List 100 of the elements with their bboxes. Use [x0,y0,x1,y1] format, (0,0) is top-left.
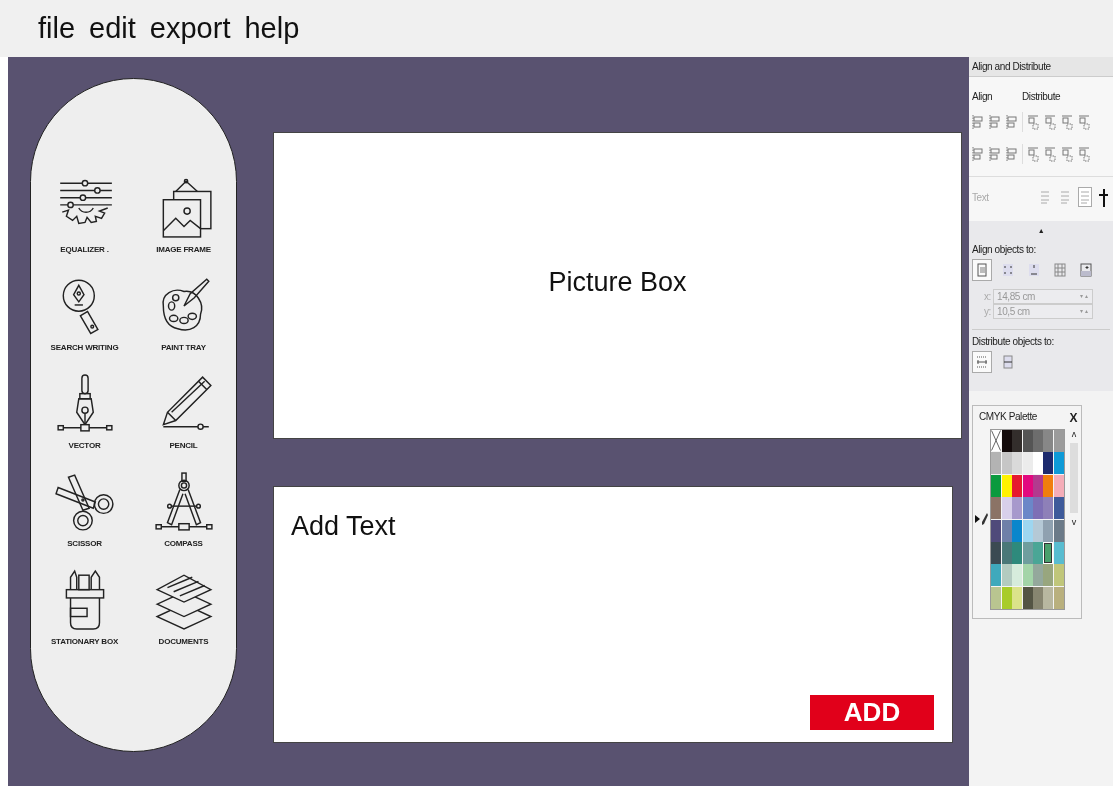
color-swatch[interactable] [1012,474,1023,497]
tool-label: COMPASS [164,539,203,548]
distribute-icon[interactable] [1061,114,1074,130]
section-label: Distribute [1022,91,1061,102]
menu-item[interactable]: edit [89,12,136,45]
color-swatch[interactable] [1053,586,1064,609]
color-swatch[interactable] [1053,564,1064,587]
color-swatch[interactable] [1001,430,1012,452]
color-swatch[interactable] [1032,497,1043,520]
color-swatch[interactable] [1022,430,1033,452]
field-label: y: [984,306,991,317]
color-swatch[interactable] [1053,519,1064,542]
distribute-icon[interactable] [1061,146,1074,162]
color-swatch[interactable] [1053,541,1064,564]
color-swatch[interactable] [1022,541,1033,564]
color-swatch[interactable] [1022,586,1033,609]
color-swatch[interactable] [991,586,1002,609]
tool-label: PENCIL [169,441,198,450]
color-swatch[interactable] [1001,497,1012,520]
pointer-icon[interactable] [975,515,980,524]
color-swatch[interactable] [991,452,1002,475]
color-swatch[interactable] [1012,541,1023,564]
add-button[interactable]: ADD [810,695,934,730]
color-swatch[interactable] [1012,519,1023,542]
color-swatch[interactable] [991,497,1002,520]
menu-item[interactable]: file [38,12,76,45]
spinner-icon[interactable] [1080,293,1089,300]
distribute-icon[interactable] [1078,114,1091,130]
color-swatch[interactable] [1012,564,1023,587]
color-swatch[interactable] [1012,430,1023,452]
color-swatch[interactable] [1032,474,1043,497]
spinner-icon[interactable] [1080,308,1089,315]
color-swatch[interactable] [1053,497,1064,520]
scissors-icon[interactable] [53,471,116,533]
color-swatch[interactable] [1032,541,1043,564]
color-swatch[interactable] [1053,452,1064,475]
plus-icon[interactable] [1098,187,1108,207]
align-icon[interactable] [1005,146,1018,162]
color-swatch[interactable] [1001,519,1012,542]
color-swatch[interactable] [1012,586,1023,609]
align-icon[interactable] [988,114,1001,130]
distribute-icon[interactable] [1027,146,1040,162]
color-swatch[interactable] [1001,474,1012,497]
align-icon[interactable] [971,146,984,162]
align-icon[interactable] [1005,114,1018,130]
color-swatch[interactable] [1012,497,1023,520]
section-label: Distribute objects to: [972,336,1055,347]
color-swatch[interactable] [1032,586,1043,609]
color-swatch[interactable] [1022,519,1033,542]
close-button[interactable]: X [1069,411,1077,425]
distribute-target-option[interactable] [972,351,992,373]
color-swatch[interactable] [1001,564,1012,587]
color-swatch[interactable] [991,564,1002,587]
color-swatch[interactable] [1043,430,1054,452]
color-swatch[interactable] [1043,586,1054,609]
scroll-up-arrow[interactable]: ʌ [1071,429,1076,439]
color-swatch[interactable] [1001,541,1012,564]
color-swatch[interactable] [1001,452,1012,475]
color-swatch[interactable] [1012,452,1023,475]
color-swatch[interactable] [1032,519,1043,542]
tool-label: SCISSOR [67,539,102,548]
color-swatch[interactable] [1022,497,1033,520]
color-swatch[interactable] [991,541,1002,564]
color-swatch[interactable] [1001,586,1012,609]
distribute-icon[interactable] [1078,146,1091,162]
field-value: 14,85 cm [997,291,1035,302]
eyedropper-icon[interactable] [982,513,988,526]
distribute-icon[interactable] [1044,114,1057,130]
color-swatch[interactable] [1053,474,1064,497]
color-swatch[interactable] [1022,452,1033,475]
align-icon[interactable] [971,114,984,130]
tool-label: VECTOR [68,441,101,450]
menu-item[interactable]: export [149,12,231,45]
align-icon[interactable] [988,146,1001,162]
distribute-icon[interactable] [1044,146,1057,162]
compass-icon[interactable] [152,471,215,533]
color-swatch[interactable] [1043,474,1054,497]
color-swatch[interactable] [1043,541,1054,564]
text-box[interactable]: Add Text ADD [273,486,953,743]
color-swatch[interactable] [1032,430,1043,452]
scroll-down-arrow[interactable]: v [1071,517,1076,527]
page-icon [975,262,989,278]
align-target-option[interactable] [972,259,992,281]
color-swatch[interactable] [1043,497,1054,520]
color-swatch[interactable] [1043,564,1054,587]
color-swatch[interactable] [1053,430,1064,452]
field-label: x: [984,291,991,302]
distribute-icon[interactable] [1027,114,1040,130]
color-swatch[interactable] [1022,474,1033,497]
color-swatch[interactable] [1032,564,1043,587]
menu-item[interactable]: help [244,12,300,45]
color-swatch[interactable] [1022,564,1033,587]
color-swatch[interactable] [991,519,1002,542]
no-color-swatch[interactable] [991,430,1002,452]
color-swatch[interactable] [991,474,1002,497]
color-swatch[interactable] [1043,452,1054,475]
add-text-label: Add Text [291,511,396,542]
color-swatch[interactable] [1043,519,1054,542]
color-swatch[interactable] [1032,452,1043,475]
text-align-option[interactable] [1078,187,1092,207]
